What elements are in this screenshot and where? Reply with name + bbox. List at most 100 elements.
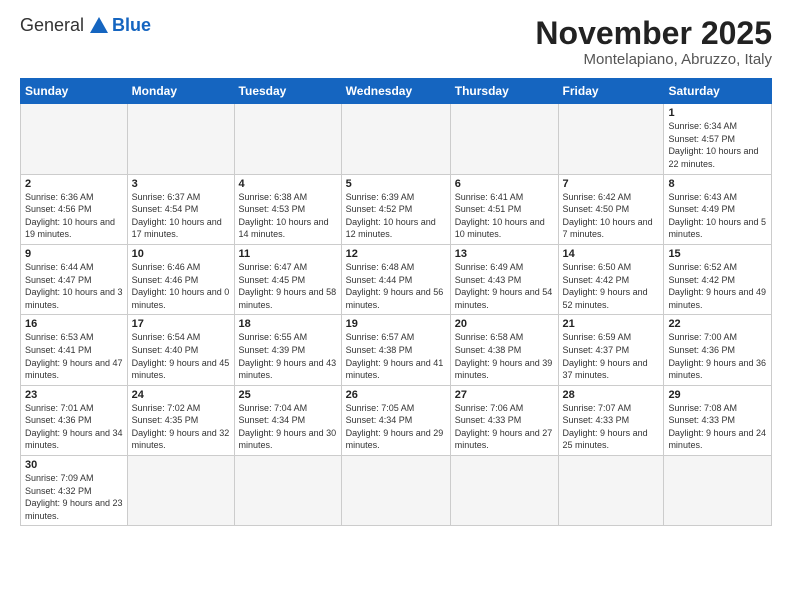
day-number: 18 [239, 318, 337, 330]
day-number: 6 [455, 178, 554, 190]
calendar-day [341, 456, 450, 526]
logo-general: General [20, 16, 84, 34]
header-thursday: Thursday [450, 79, 558, 104]
calendar-day: 1Sunrise: 6:34 AM Sunset: 4:57 PM Daylig… [664, 104, 772, 174]
calendar-day: 2Sunrise: 6:36 AM Sunset: 4:56 PM Daylig… [21, 174, 128, 244]
day-info: Sunrise: 6:43 AM Sunset: 4:49 PM Dayligh… [668, 191, 767, 241]
day-info: Sunrise: 7:06 AM Sunset: 4:33 PM Dayligh… [455, 402, 554, 452]
day-number: 23 [25, 389, 123, 401]
day-info: Sunrise: 6:53 AM Sunset: 4:41 PM Dayligh… [25, 331, 123, 381]
day-info: Sunrise: 6:48 AM Sunset: 4:44 PM Dayligh… [346, 261, 446, 311]
calendar-week-4: 23Sunrise: 7:01 AM Sunset: 4:36 PM Dayli… [21, 385, 772, 455]
header: General Blue November 2025 Montelapiano,… [20, 16, 772, 68]
header-friday: Friday [558, 79, 664, 104]
day-number: 21 [563, 318, 660, 330]
day-number: 26 [346, 389, 446, 401]
page: General Blue November 2025 Montelapiano,… [0, 0, 792, 612]
day-info: Sunrise: 6:42 AM Sunset: 4:50 PM Dayligh… [563, 191, 660, 241]
calendar-day: 12Sunrise: 6:48 AM Sunset: 4:44 PM Dayli… [341, 244, 450, 314]
logo-triangle-icon [90, 17, 108, 33]
calendar-day: 21Sunrise: 6:59 AM Sunset: 4:37 PM Dayli… [558, 315, 664, 385]
calendar: Sunday Monday Tuesday Wednesday Thursday… [20, 78, 772, 526]
calendar-day: 15Sunrise: 6:52 AM Sunset: 4:42 PM Dayli… [664, 244, 772, 314]
header-monday: Monday [127, 79, 234, 104]
calendar-day: 27Sunrise: 7:06 AM Sunset: 4:33 PM Dayli… [450, 385, 558, 455]
day-info: Sunrise: 6:37 AM Sunset: 4:54 PM Dayligh… [132, 191, 230, 241]
calendar-day: 4Sunrise: 6:38 AM Sunset: 4:53 PM Daylig… [234, 174, 341, 244]
day-info: Sunrise: 6:38 AM Sunset: 4:53 PM Dayligh… [239, 191, 337, 241]
header-wednesday: Wednesday [341, 79, 450, 104]
calendar-day: 22Sunrise: 7:00 AM Sunset: 4:36 PM Dayli… [664, 315, 772, 385]
calendar-day: 23Sunrise: 7:01 AM Sunset: 4:36 PM Dayli… [21, 385, 128, 455]
calendar-day [341, 104, 450, 174]
day-info: Sunrise: 7:01 AM Sunset: 4:36 PM Dayligh… [25, 402, 123, 452]
day-info: Sunrise: 6:57 AM Sunset: 4:38 PM Dayligh… [346, 331, 446, 381]
calendar-day: 10Sunrise: 6:46 AM Sunset: 4:46 PM Dayli… [127, 244, 234, 314]
calendar-day: 11Sunrise: 6:47 AM Sunset: 4:45 PM Dayli… [234, 244, 341, 314]
calendar-day: 14Sunrise: 6:50 AM Sunset: 4:42 PM Dayli… [558, 244, 664, 314]
header-tuesday: Tuesday [234, 79, 341, 104]
calendar-day: 30Sunrise: 7:09 AM Sunset: 4:32 PM Dayli… [21, 456, 128, 526]
day-number: 27 [455, 389, 554, 401]
day-info: Sunrise: 6:34 AM Sunset: 4:57 PM Dayligh… [668, 120, 767, 170]
day-number: 2 [25, 178, 123, 190]
month-title: November 2025 [535, 16, 772, 51]
day-info: Sunrise: 6:52 AM Sunset: 4:42 PM Dayligh… [668, 261, 767, 311]
calendar-day: 19Sunrise: 6:57 AM Sunset: 4:38 PM Dayli… [341, 315, 450, 385]
calendar-day: 25Sunrise: 7:04 AM Sunset: 4:34 PM Dayli… [234, 385, 341, 455]
day-info: Sunrise: 6:49 AM Sunset: 4:43 PM Dayligh… [455, 261, 554, 311]
calendar-day: 13Sunrise: 6:49 AM Sunset: 4:43 PM Dayli… [450, 244, 558, 314]
calendar-week-1: 2Sunrise: 6:36 AM Sunset: 4:56 PM Daylig… [21, 174, 772, 244]
day-info: Sunrise: 7:08 AM Sunset: 4:33 PM Dayligh… [668, 402, 767, 452]
day-number: 30 [25, 459, 123, 471]
calendar-week-3: 16Sunrise: 6:53 AM Sunset: 4:41 PM Dayli… [21, 315, 772, 385]
day-info: Sunrise: 7:07 AM Sunset: 4:33 PM Dayligh… [563, 402, 660, 452]
calendar-day [558, 456, 664, 526]
calendar-day [127, 456, 234, 526]
day-info: Sunrise: 6:55 AM Sunset: 4:39 PM Dayligh… [239, 331, 337, 381]
logo: General Blue [20, 16, 151, 34]
day-number: 15 [668, 248, 767, 260]
day-number: 7 [563, 178, 660, 190]
header-row: Sunday Monday Tuesday Wednesday Thursday… [21, 79, 772, 104]
calendar-day [558, 104, 664, 174]
title-area: November 2025 Montelapiano, Abruzzo, Ita… [535, 16, 772, 68]
calendar-week-0: 1Sunrise: 6:34 AM Sunset: 4:57 PM Daylig… [21, 104, 772, 174]
calendar-day [234, 456, 341, 526]
day-number: 16 [25, 318, 123, 330]
subtitle: Montelapiano, Abruzzo, Italy [535, 51, 772, 68]
calendar-day [450, 104, 558, 174]
day-number: 24 [132, 389, 230, 401]
calendar-day: 20Sunrise: 6:58 AM Sunset: 4:38 PM Dayli… [450, 315, 558, 385]
day-number: 1 [668, 107, 767, 119]
day-info: Sunrise: 7:04 AM Sunset: 4:34 PM Dayligh… [239, 402, 337, 452]
calendar-day [664, 456, 772, 526]
calendar-day [234, 104, 341, 174]
logo-blue: Blue [112, 16, 151, 34]
day-number: 11 [239, 248, 337, 260]
calendar-week-2: 9Sunrise: 6:44 AM Sunset: 4:47 PM Daylig… [21, 244, 772, 314]
calendar-day [450, 456, 558, 526]
calendar-day: 28Sunrise: 7:07 AM Sunset: 4:33 PM Dayli… [558, 385, 664, 455]
day-number: 3 [132, 178, 230, 190]
day-number: 14 [563, 248, 660, 260]
day-number: 19 [346, 318, 446, 330]
header-sunday: Sunday [21, 79, 128, 104]
day-number: 20 [455, 318, 554, 330]
calendar-day: 18Sunrise: 6:55 AM Sunset: 4:39 PM Dayli… [234, 315, 341, 385]
day-number: 13 [455, 248, 554, 260]
day-number: 25 [239, 389, 337, 401]
day-info: Sunrise: 6:47 AM Sunset: 4:45 PM Dayligh… [239, 261, 337, 311]
day-number: 28 [563, 389, 660, 401]
calendar-day: 17Sunrise: 6:54 AM Sunset: 4:40 PM Dayli… [127, 315, 234, 385]
calendar-day: 24Sunrise: 7:02 AM Sunset: 4:35 PM Dayli… [127, 385, 234, 455]
day-number: 29 [668, 389, 767, 401]
day-info: Sunrise: 6:58 AM Sunset: 4:38 PM Dayligh… [455, 331, 554, 381]
day-info: Sunrise: 6:39 AM Sunset: 4:52 PM Dayligh… [346, 191, 446, 241]
day-info: Sunrise: 6:41 AM Sunset: 4:51 PM Dayligh… [455, 191, 554, 241]
calendar-day: 16Sunrise: 6:53 AM Sunset: 4:41 PM Dayli… [21, 315, 128, 385]
day-info: Sunrise: 7:09 AM Sunset: 4:32 PM Dayligh… [25, 472, 123, 522]
day-info: Sunrise: 6:54 AM Sunset: 4:40 PM Dayligh… [132, 331, 230, 381]
calendar-day: 5Sunrise: 6:39 AM Sunset: 4:52 PM Daylig… [341, 174, 450, 244]
day-info: Sunrise: 7:00 AM Sunset: 4:36 PM Dayligh… [668, 331, 767, 381]
